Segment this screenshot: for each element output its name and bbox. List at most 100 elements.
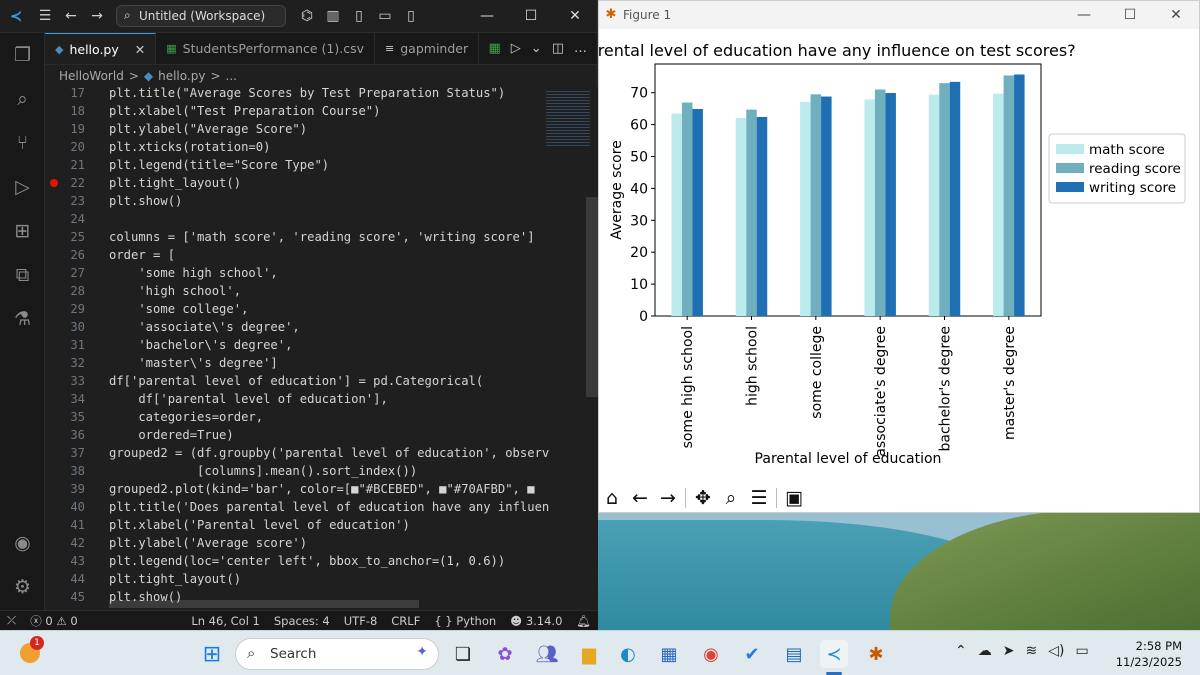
toggle-panel-icon[interactable]: ▭ bbox=[372, 8, 398, 24]
teams-icon[interactable]: 👥︎ bbox=[533, 640, 561, 668]
run-debug-icon[interactable]: ▷ bbox=[0, 165, 45, 209]
remote-icon[interactable]: ⧉ bbox=[0, 253, 45, 297]
plot-canvas[interactable]: Does parental level of education have an… bbox=[599, 29, 1199, 484]
more-actions-icon[interactable]: … bbox=[574, 41, 587, 56]
task-view-icon[interactable]: ❏ bbox=[449, 640, 477, 668]
search-icon[interactable]: ⌕ bbox=[0, 77, 45, 121]
split-editor-icon[interactable]: ◫ bbox=[552, 41, 564, 56]
taskbar-search[interactable]: ⌕ Search ✦ bbox=[235, 638, 439, 670]
toggle-secondary-sidebar-icon[interactable]: ▯ bbox=[398, 8, 424, 24]
layout-icon[interactable]: ▥ bbox=[320, 8, 346, 24]
breadcrumb-item[interactable]: HelloWorld bbox=[59, 69, 124, 83]
code-line[interactable]: 36 ordered=True) bbox=[45, 426, 598, 444]
start-icon[interactable]: ⊞ bbox=[198, 640, 226, 668]
code-line[interactable]: 19 plt.ylabel("Average Score") bbox=[45, 120, 598, 138]
run-icon[interactable]: ▷ bbox=[511, 41, 521, 56]
code-line[interactable]: 26 order = [ bbox=[45, 246, 598, 264]
store-icon[interactable]: ▦ bbox=[655, 640, 683, 668]
location-icon[interactable]: ➤ bbox=[1003, 643, 1015, 659]
code-line[interactable]: 39 grouped2.plot(kind='bar', color=[■"#BC… bbox=[45, 480, 598, 498]
volume-icon[interactable]: ◁) bbox=[1048, 643, 1064, 659]
testing-icon[interactable]: ⚗ bbox=[0, 297, 45, 341]
forward-icon[interactable]: → bbox=[657, 487, 679, 509]
tab-hello-py[interactable]: ◆ hello.py ✕ bbox=[45, 33, 157, 64]
wifi-icon[interactable]: ≋ bbox=[1025, 643, 1037, 659]
code-line[interactable]: 44 plt.tight_layout() bbox=[45, 570, 598, 588]
configure-icon[interactable]: ☰ bbox=[748, 487, 770, 509]
home-icon[interactable]: ⌂ bbox=[601, 487, 623, 509]
copilot-icon[interactable]: ✿ bbox=[491, 640, 519, 668]
code-line[interactable]: 40 plt.title('Does parental level of educ… bbox=[45, 498, 598, 516]
code-line[interactable]: 38 [columns].mean().sort_index()) bbox=[45, 462, 598, 480]
code-line[interactable]: 35 categories=order, bbox=[45, 408, 598, 426]
minimize-icon[interactable]: — bbox=[465, 8, 509, 24]
chevron-up-icon[interactable]: ⌃ bbox=[955, 643, 967, 659]
close-icon[interactable]: ✕ bbox=[135, 42, 145, 57]
remote-indicator-icon[interactable]: ⤫ bbox=[0, 613, 23, 628]
maximize-icon[interactable]: ☐ bbox=[509, 8, 553, 24]
code-line[interactable]: 23 plt.show() bbox=[45, 192, 598, 210]
vscode-taskbar-icon[interactable]: ≺ bbox=[820, 640, 848, 668]
menu-icon[interactable]: ☰ bbox=[32, 8, 58, 24]
cursor-position[interactable]: Ln 46, Col 1 bbox=[184, 614, 267, 628]
code-line[interactable]: 21 plt.legend(title="Score Type") bbox=[45, 156, 598, 174]
back-icon[interactable]: ← bbox=[629, 487, 651, 509]
code-line[interactable]: 20 plt.xticks(rotation=0) bbox=[45, 138, 598, 156]
code-line[interactable]: 29 'some college', bbox=[45, 300, 598, 318]
notepad-icon[interactable]: ▤ bbox=[780, 640, 808, 668]
file-explorer-icon[interactable]: ▆ bbox=[575, 640, 603, 668]
tab-students-csv[interactable]: ▦ StudentsPerformance (1).csv bbox=[156, 33, 376, 64]
tab-gapminder[interactable]: ≡ gapminder bbox=[375, 33, 480, 64]
todo-icon[interactable]: ✔ bbox=[738, 640, 766, 668]
code-line[interactable]: 30 'associate\'s degree', bbox=[45, 318, 598, 336]
nav-forward-icon[interactable]: → bbox=[84, 8, 110, 24]
edge-icon[interactable]: ◐ bbox=[614, 640, 642, 668]
battery-icon[interactable]: ▭ bbox=[1075, 643, 1088, 659]
extensions-icon[interactable]: ⊞ bbox=[0, 209, 45, 253]
code-line[interactable]: 22 plt.tight_layout() bbox=[45, 174, 598, 192]
interpreter-version[interactable]: ☻ 3.14.0 bbox=[503, 614, 569, 628]
code-line[interactable]: 42 plt.ylabel('Average score') bbox=[45, 534, 598, 552]
zoom-icon[interactable]: ⌕ bbox=[720, 487, 742, 509]
close-icon[interactable]: ✕ bbox=[553, 8, 597, 24]
chrome-icon[interactable]: ◉ bbox=[697, 640, 725, 668]
source-control-icon[interactable]: ⑂ bbox=[0, 121, 45, 165]
code-line[interactable]: 24 bbox=[45, 210, 598, 228]
save-icon[interactable]: ▣ bbox=[783, 487, 805, 509]
breadcrumb-item[interactable]: ... bbox=[226, 69, 237, 83]
code-line[interactable]: 31 'bachelor\'s degree', bbox=[45, 336, 598, 354]
code-line[interactable]: 28 'high school', bbox=[45, 282, 598, 300]
encoding[interactable]: UTF-8 bbox=[337, 614, 385, 628]
close-icon[interactable]: ✕ bbox=[1153, 7, 1199, 23]
code-line[interactable]: 18 plt.xlabel("Test Preparation Course") bbox=[45, 102, 598, 120]
minimize-icon[interactable]: — bbox=[1061, 7, 1107, 23]
code-line[interactable]: 43 plt.legend(loc='center left', bbox_to_… bbox=[45, 552, 598, 570]
explorer-icon[interactable]: ❐ bbox=[0, 33, 45, 77]
gear-icon[interactable]: ⚙ bbox=[0, 565, 45, 609]
clock[interactable]: 2:58 PM 11/23/2025 bbox=[1116, 638, 1182, 670]
indentation[interactable]: Spaces: 4 bbox=[267, 614, 337, 628]
language-mode[interactable]: { } Python bbox=[427, 614, 503, 628]
code-line[interactable]: 37 grouped2 = (df.groupby('parental level… bbox=[45, 444, 598, 462]
copilot-icon[interactable]: ⌬ bbox=[294, 8, 320, 24]
weather-widget[interactable]: 1 bbox=[18, 636, 44, 666]
code-editor[interactable]: 17 plt.title("Average Scores by Test Prep… bbox=[45, 87, 598, 610]
code-line[interactable]: 27 'some high school', bbox=[45, 264, 598, 282]
code-line[interactable]: 32 'master\'s degree'] bbox=[45, 354, 598, 372]
line-ending[interactable]: CRLF bbox=[384, 614, 427, 628]
code-line[interactable]: 45 plt.show() bbox=[45, 588, 598, 606]
data-wrangler-icon[interactable]: ▦ bbox=[489, 41, 501, 56]
code-line[interactable]: 34 df['parental level of education'], bbox=[45, 390, 598, 408]
status-icon[interactable]: ☁ bbox=[978, 643, 992, 659]
toggle-sidebar-icon[interactable]: ▯ bbox=[346, 8, 372, 24]
breadcrumb-item[interactable]: hello.py bbox=[158, 69, 205, 83]
bell-icon[interactable]: 🔔︎ bbox=[569, 614, 598, 628]
code-line[interactable]: 17 plt.title("Average Scores by Test Prep… bbox=[45, 87, 598, 102]
python-figure-taskbar-icon[interactable]: ✱ bbox=[862, 640, 890, 668]
maximize-icon[interactable]: ☐ bbox=[1107, 7, 1153, 23]
chevron-down-icon[interactable]: ⌄ bbox=[531, 41, 542, 56]
code-line[interactable]: 33 df['parental level of education'] = pd… bbox=[45, 372, 598, 390]
pan-icon[interactable]: ✥ bbox=[692, 487, 714, 509]
code-line[interactable]: 25 columns = ['math score', 'reading scor… bbox=[45, 228, 598, 246]
nav-back-icon[interactable]: ← bbox=[58, 8, 84, 24]
